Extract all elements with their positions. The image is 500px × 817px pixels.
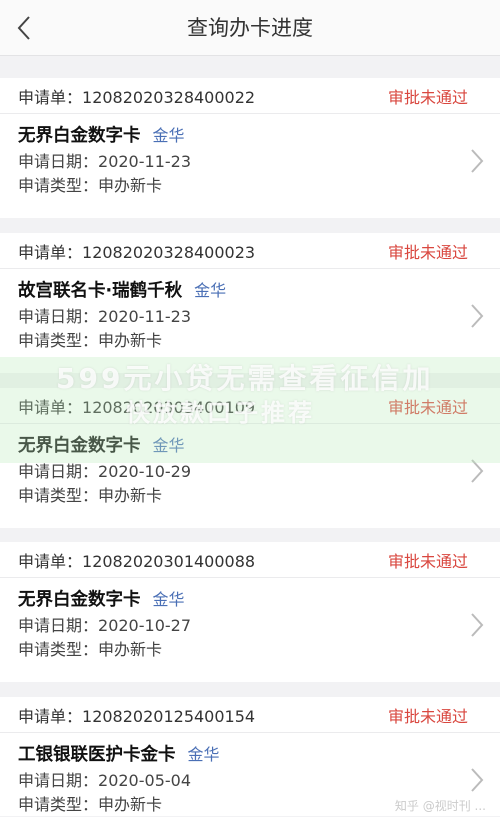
application-date: 申请日期：2020-10-27 [18, 614, 482, 638]
status-badge: 审批未通过 [388, 703, 468, 727]
status-badge: 审批未通过 [388, 394, 468, 418]
card-name: 无界白金数字卡金华 [18, 586, 482, 614]
chevron-right-icon[interactable] [470, 612, 484, 638]
application-number: 申请单：12082020328400022 [18, 84, 255, 108]
chevron-right-icon[interactable] [470, 148, 484, 174]
status-badge: 审批未通过 [388, 239, 468, 263]
page-title: 查询办卡进度 [0, 0, 500, 56]
application-type: 申请类型：申办新卡 [18, 793, 482, 817]
back-button[interactable] [0, 0, 48, 56]
card-tier: 金华 [194, 277, 226, 305]
card-name: 工银银联医护卡金卡金华 [18, 741, 482, 769]
card-name: 无界白金数字卡金华 [18, 122, 482, 150]
application-card[interactable]: 申请单：12082020328400022 审批未通过 无界白金数字卡金华 申请… [0, 78, 500, 218]
application-type: 申请类型：申办新卡 [18, 174, 482, 198]
application-date: 申请日期：2020-10-29 [18, 460, 482, 484]
application-type: 申请类型：申办新卡 [18, 638, 482, 662]
application-card[interactable]: 申请单：12082020328400023 审批未通过 故宫联名卡·瑞鹤千秋金华… [0, 233, 500, 373]
card-header: 申请单：12082020125400154 审批未通过 [0, 697, 500, 733]
card-body: 工银银联医护卡金卡金华 申请日期：2020-05-04 申请类型：申办新卡 [0, 733, 500, 817]
application-number: 申请单：12082020125400154 [18, 703, 255, 727]
chevron-left-icon [17, 15, 31, 41]
status-badge: 审批未通过 [388, 548, 468, 572]
card-name: 无界白金数字卡金华 [18, 432, 482, 460]
application-card[interactable]: 申请单：12082020301400088 审批未通过 无界白金数字卡金华 申请… [0, 542, 500, 682]
application-card[interactable]: 申请单：12082020125400154 审批未通过 工银银联医护卡金卡金华 … [0, 697, 500, 816]
card-tier: 金华 [153, 586, 185, 614]
card-tier: 金华 [153, 432, 185, 460]
application-type: 申请类型：申办新卡 [18, 484, 482, 508]
card-header: 申请单：12082020328400022 审批未通过 [0, 78, 500, 114]
application-type: 申请类型：申办新卡 [18, 329, 482, 353]
chevron-right-icon[interactable] [470, 303, 484, 329]
card-header: 申请单：12082020328400023 审批未通过 [0, 233, 500, 269]
nav-bar: 查询办卡进度 [0, 0, 500, 56]
chevron-right-icon[interactable] [470, 458, 484, 484]
status-badge: 审批未通过 [388, 84, 468, 108]
card-tier: 金华 [153, 122, 185, 150]
card-body: 无界白金数字卡金华 申请日期：2020-10-27 申请类型：申办新卡 [0, 578, 500, 662]
application-date: 申请日期：2020-11-23 [18, 305, 482, 329]
card-header: 申请单：12082020301400088 审批未通过 [0, 542, 500, 578]
card-header: 申请单：12082020303400109 审批未通过 [0, 388, 500, 424]
application-number: 申请单：12082020303400109 [18, 394, 255, 418]
card-body: 无界白金数字卡金华 申请日期：2020-10-29 申请类型：申办新卡 [0, 424, 500, 508]
card-tier: 金华 [188, 741, 220, 769]
card-body: 故宫联名卡·瑞鹤千秋金华 申请日期：2020-11-23 申请类型：申办新卡 [0, 269, 500, 353]
application-card[interactable]: 申请单：12082020303400109 审批未通过 无界白金数字卡金华 申请… [0, 388, 500, 528]
application-date: 申请日期：2020-11-23 [18, 150, 482, 174]
application-number: 申请单：12082020301400088 [18, 548, 255, 572]
chevron-right-icon[interactable] [470, 767, 484, 793]
application-date: 申请日期：2020-05-04 [18, 769, 482, 793]
application-number: 申请单：12082020328400023 [18, 239, 255, 263]
card-body: 无界白金数字卡金华 申请日期：2020-11-23 申请类型：申办新卡 [0, 114, 500, 198]
card-name: 故宫联名卡·瑞鹤千秋金华 [18, 277, 482, 305]
